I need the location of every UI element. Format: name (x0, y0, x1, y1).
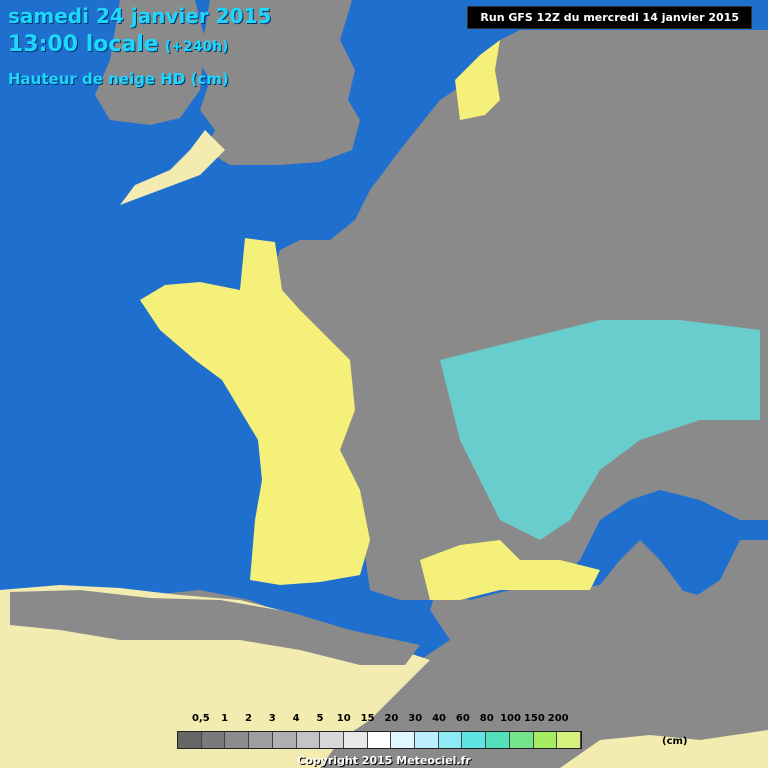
map-parameter: Hauteur de neige HD (cm) (8, 70, 229, 88)
legend-label: 0,5 (191, 713, 210, 724)
legend-label: 10 (336, 713, 351, 724)
legend-label: 100 (500, 713, 521, 724)
legend-swatch (438, 732, 463, 748)
map-time-label: 13:00 locale (8, 32, 159, 57)
legend-label: 80 (479, 713, 494, 724)
color-legend: 0,5 1 2 3 4 5 10 15 20 30 40 60 80 100 150 200 (177, 713, 582, 753)
legend-label: 15 (360, 713, 375, 724)
legend-swatch (178, 732, 202, 748)
run-info-box: Run GFS 12Z du mercredi 14 janvier 2015 (467, 6, 752, 29)
legend-labels: 0,5 1 2 3 4 5 10 15 20 30 40 60 80 100 150 200 (177, 713, 582, 729)
legend-swatch (249, 732, 273, 748)
legend-swatch (320, 732, 344, 748)
legend-swatch (486, 732, 510, 748)
map-time: 13:00 locale (+240h) (8, 32, 228, 57)
legend-swatch (557, 732, 581, 748)
legend-swatch (201, 732, 226, 748)
legend-swatch (391, 732, 416, 748)
legend-swatch (225, 732, 250, 748)
legend-label: 3 (268, 713, 276, 724)
legend-unit: (cm) (662, 736, 688, 747)
legend-label: 4 (292, 713, 300, 724)
legend-label: 5 (316, 713, 324, 724)
legend-swatch (509, 732, 534, 748)
legend-label: 2 (244, 713, 252, 724)
legend-label: 1 (221, 713, 229, 724)
legend-swatch (462, 732, 487, 748)
legend-label: 20 (384, 713, 399, 724)
legend-swatch (415, 732, 439, 748)
legend-swatch (272, 732, 297, 748)
copyright: Copyright 2015 Meteociel.fr (297, 754, 471, 767)
legend-swatch (533, 732, 558, 748)
map-date: samedi 24 janvier 2015 (8, 4, 272, 28)
snow-depth-map: samedi 24 janvier 2015 13:00 locale (+240… (0, 0, 768, 768)
legend-swatches (177, 731, 582, 749)
lead-time: (+240h) (164, 39, 229, 55)
legend-label: 30 (408, 713, 423, 724)
legend-swatch (296, 732, 321, 748)
legend-swatch (343, 732, 368, 748)
legend-label: 200 (547, 713, 569, 724)
legend-label: 60 (455, 713, 470, 724)
legend-swatch (367, 732, 392, 748)
legend-label: 150 (523, 713, 545, 724)
map-canvas (0, 0, 768, 768)
legend-label: 40 (432, 713, 447, 724)
